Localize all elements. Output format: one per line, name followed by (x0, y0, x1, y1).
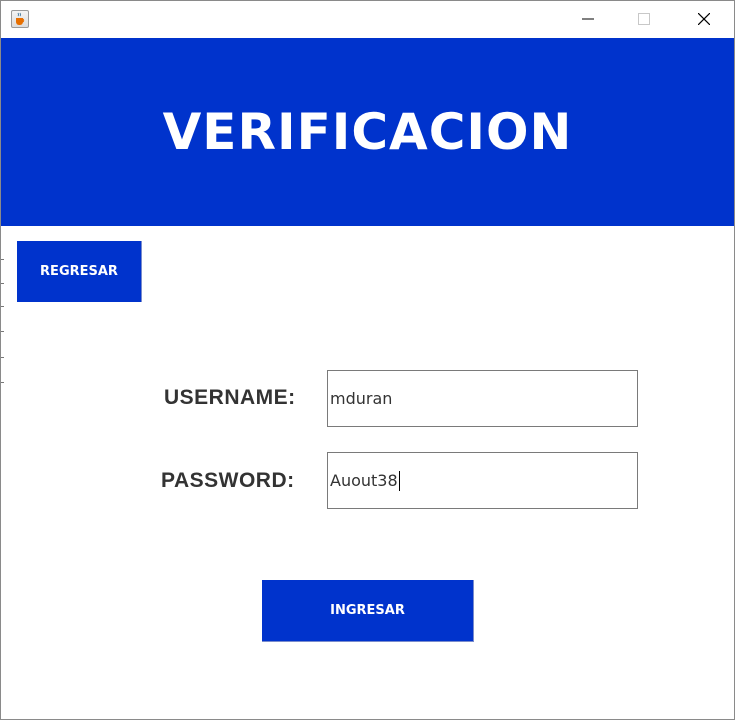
minimize-button[interactable] (565, 1, 611, 38)
maximize-icon (638, 13, 650, 25)
divider (1, 357, 4, 358)
divider (1, 382, 4, 383)
text-caret (398, 470, 400, 491)
username-label: USERNAME: (164, 386, 296, 409)
java-coffee-icon[interactable] (11, 10, 29, 28)
password-value: Auout38 (330, 471, 398, 490)
divider (1, 331, 4, 332)
divider (1, 259, 4, 260)
password-label: PASSWORD: (161, 469, 295, 492)
back-button[interactable]: REGRESAR (17, 241, 142, 302)
application-window: VERIFICACION REGRESAR USERNAME: mduran P… (0, 0, 735, 720)
header-banner: VERIFICACION (1, 38, 734, 226)
close-button[interactable] (681, 1, 727, 38)
minimize-icon (582, 18, 594, 20)
username-value: mduran (330, 389, 393, 408)
username-field[interactable]: mduran (327, 370, 638, 427)
page-title: VERIFICACION (162, 103, 573, 161)
title-bar[interactable] (1, 1, 734, 38)
divider (1, 306, 4, 307)
close-icon (698, 13, 710, 25)
submit-button[interactable]: INGRESAR (262, 580, 474, 642)
divider (1, 283, 4, 284)
maximize-button[interactable] (621, 1, 667, 38)
password-field[interactable]: Auout38 (327, 452, 638, 509)
